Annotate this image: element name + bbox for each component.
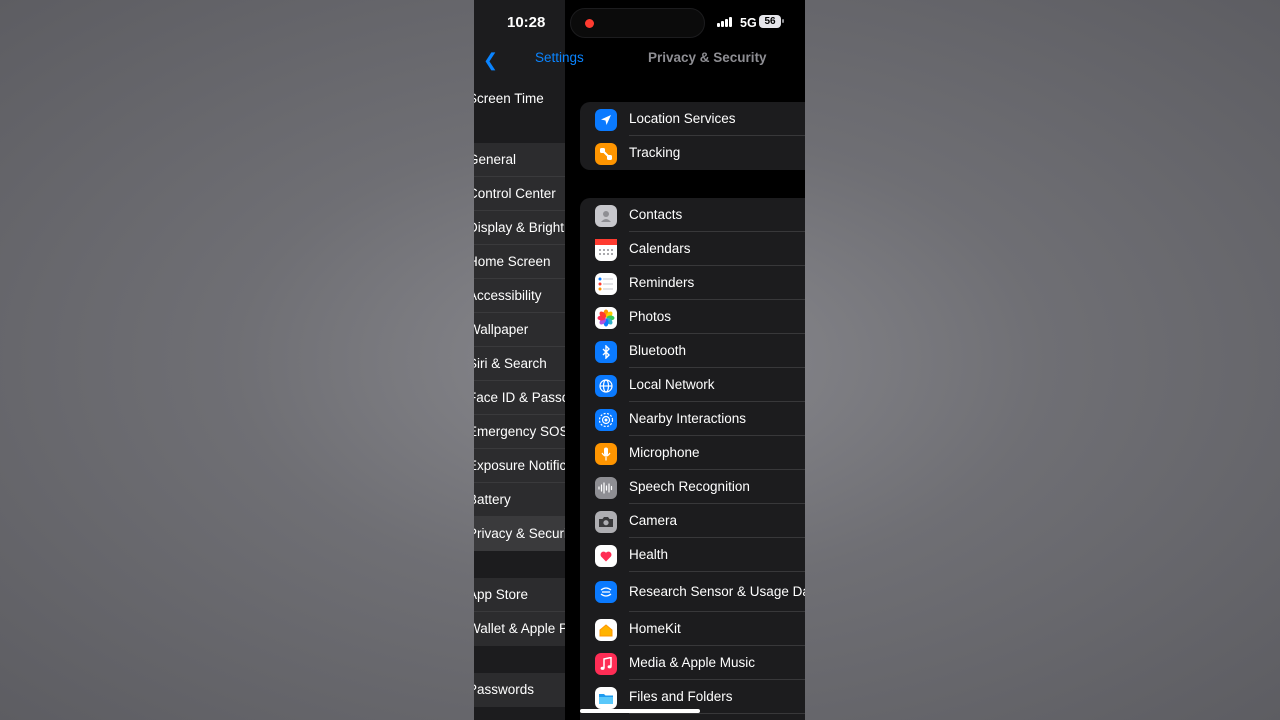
- list-item-reminders[interactable]: Reminders: [580, 266, 805, 300]
- settings-item-selected[interactable]: Privacy & Security: [474, 517, 565, 551]
- microphone-icon: [595, 443, 617, 465]
- settings-item[interactable]: Face ID & Passcode: [474, 381, 565, 415]
- settings-item[interactable]: Siri & Search: [474, 347, 565, 381]
- phone-screen: 10:28 ❮ Screen Time General Control Cent…: [474, 0, 805, 720]
- heart-icon: [595, 545, 617, 567]
- globe-icon: [595, 375, 617, 397]
- settings-item[interactable]: Emergency SOS: [474, 415, 565, 449]
- recording-indicator-icon: [585, 19, 594, 28]
- list-item-media-music[interactable]: Media & Apple Music: [580, 646, 805, 680]
- folder-icon: [595, 687, 617, 709]
- settings-item[interactable]: Screen Time: [474, 82, 565, 116]
- network-type: 5G: [740, 16, 757, 30]
- settings-item[interactable]: Display & Brightness: [474, 211, 565, 245]
- waveform-icon: [595, 477, 617, 499]
- reminders-icon: [595, 273, 617, 295]
- settings-group-passwords: Passwords: [474, 673, 565, 707]
- list-item-nearby-interactions[interactable]: Nearby Interactions: [580, 402, 805, 436]
- settings-item[interactable]: Wallpaper: [474, 313, 565, 347]
- list-item-label: Location Services: [629, 111, 736, 126]
- list-item-label: Reminders: [629, 275, 695, 290]
- settings-item[interactable]: Battery: [474, 483, 565, 517]
- settings-group-general: General Control Center Display & Brightn…: [474, 143, 565, 551]
- list-item-label: Nearby Interactions: [629, 411, 747, 426]
- page-title: Privacy & Security: [648, 50, 767, 65]
- list-item-label: Speech Recognition: [629, 479, 750, 494]
- settings-group-screen-time: Screen Time: [474, 82, 565, 116]
- list-item-health[interactable]: Health: [580, 538, 805, 572]
- list-item-label: Local Network: [629, 377, 715, 392]
- tracking-icon: [595, 143, 617, 165]
- home-icon: [595, 619, 617, 641]
- list-item-label: Research Sensor & Usage Data: [629, 584, 805, 599]
- list-item-label: Media & Apple Music: [629, 655, 756, 670]
- calendar-icon: [595, 239, 617, 261]
- list-item-research-sensor[interactable]: Research Sensor & Usage Data: [580, 572, 805, 612]
- list-item-calendars[interactable]: Calendars: [580, 232, 805, 266]
- list-item-label: Microphone: [629, 445, 700, 460]
- list-item-location-services[interactable]: Location Services: [580, 102, 805, 136]
- settings-item[interactable]: Home Screen: [474, 245, 565, 279]
- list-item-local-network[interactable]: Local Network: [580, 368, 805, 402]
- back-button[interactable]: Settings: [535, 50, 584, 65]
- status-time: 10:28: [507, 14, 546, 31]
- settings-item[interactable]: Wallet & Apple Pay: [474, 612, 565, 646]
- list-item-speech-recognition[interactable]: Speech Recognition: [580, 470, 805, 504]
- nearby-icon: [595, 409, 617, 431]
- dynamic-island: [570, 8, 705, 38]
- privacy-permissions-group: Contacts Calendars Reminders Photos Blue…: [580, 198, 805, 720]
- list-item-label: Photos: [629, 309, 672, 324]
- list-item-camera[interactable]: Camera: [580, 504, 805, 538]
- location-arrow-icon: [595, 109, 617, 131]
- list-item-label: Calendars: [629, 241, 691, 256]
- settings-sidebar: 10:28 ❮ Screen Time General Control Cent…: [474, 0, 565, 720]
- list-item-homekit[interactable]: HomeKit: [580, 612, 805, 646]
- list-item-label: Health: [629, 547, 669, 562]
- privacy-pane: 5G 56 Settings Privacy & Security Locati…: [535, 0, 805, 720]
- list-item-microphone[interactable]: Microphone: [580, 436, 805, 470]
- list-item-bluetooth[interactable]: Bluetooth: [580, 334, 805, 368]
- settings-item[interactable]: Exposure Notifications: [474, 449, 565, 483]
- settings-item[interactable]: Accessibility: [474, 279, 565, 313]
- bluetooth-icon: [595, 341, 617, 363]
- home-indicator[interactable]: [580, 709, 700, 713]
- research-icon: [595, 581, 617, 603]
- photos-icon: [595, 307, 617, 329]
- contacts-icon: [595, 205, 617, 227]
- list-item-label: HomeKit: [629, 621, 681, 636]
- list-item-label: Contacts: [629, 207, 683, 222]
- list-item-label: Bluetooth: [629, 343, 687, 358]
- list-item-label: Camera: [629, 513, 678, 528]
- settings-item[interactable]: Control Center: [474, 177, 565, 211]
- camera-icon: [595, 511, 617, 533]
- privacy-top-group: Location Services Tracking: [580, 102, 805, 170]
- settings-item[interactable]: General: [474, 143, 565, 177]
- list-item-photos[interactable]: Photos: [580, 300, 805, 334]
- list-item-partial: [580, 714, 805, 720]
- back-chevron-icon[interactable]: ❮: [483, 50, 498, 71]
- battery-icon: 56: [759, 15, 781, 28]
- music-note-icon: [595, 653, 617, 675]
- list-item-contacts[interactable]: Contacts: [580, 198, 805, 232]
- settings-item[interactable]: Passwords: [474, 673, 565, 707]
- list-item-label: Tracking: [629, 145, 681, 160]
- list-item-tracking[interactable]: Tracking: [580, 136, 805, 170]
- settings-group-store: App Store Wallet & Apple Pay: [474, 578, 565, 646]
- settings-item[interactable]: App Store: [474, 578, 565, 612]
- battery-tip: [782, 19, 784, 23]
